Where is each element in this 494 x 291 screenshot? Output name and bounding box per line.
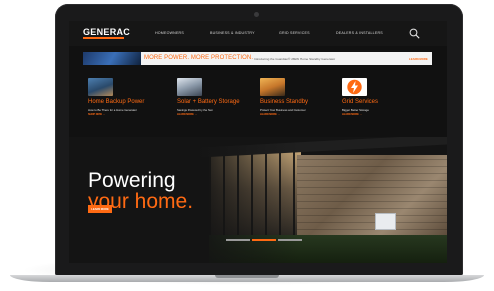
hero-learn-more-button[interactable]: LEARN MORE: [88, 205, 112, 213]
generac-logo[interactable]: GENERAC: [83, 27, 130, 37]
promo-banner[interactable]: MORE POWER. MORE PROTECTION. Introducing…: [83, 52, 432, 65]
hero-generator-unit: [375, 213, 396, 230]
home-backup-image: [88, 78, 113, 96]
tile-link[interactable]: LEARN MORE →: [342, 113, 362, 116]
lightning-bolt-icon: [347, 79, 362, 95]
tile-desc: Bigger Better Storage: [342, 108, 369, 112]
top-nav: GENERAC HOMEOWNERS BUSINESS & INDUSTRY G…: [69, 21, 447, 46]
webcam-icon: [254, 12, 259, 17]
nav-item-dealers-installers[interactable]: DEALERS & INSTALLERS: [336, 31, 383, 35]
nav-item-grid-services[interactable]: GRID SERVICES: [279, 31, 310, 35]
tile-home-backup-power[interactable]: Home Backup Power How to Be There for a …: [88, 78, 168, 138]
hero-banner: Powering your home.: [69, 137, 447, 263]
hero-stone-wall: [297, 155, 447, 237]
promo-headline: MORE POWER. MORE PROTECTION.: [144, 55, 254, 61]
nav-item-homeowners[interactable]: HOMEOWNERS: [155, 31, 184, 35]
tile-desc: How to Be There for a Home Generator: [88, 108, 137, 112]
tile-business-standby[interactable]: Business Standby Protect Your Business a…: [260, 78, 340, 138]
promo-learn-more-link[interactable]: LEARN MORE: [409, 57, 428, 61]
tile-link[interactable]: LEARN MORE →: [260, 113, 280, 116]
logo-underline: [83, 37, 124, 39]
tile-title: Home Backup Power: [88, 99, 145, 105]
business-image: [260, 78, 285, 96]
carousel-dot-1[interactable]: [226, 239, 250, 241]
tile-solar-battery[interactable]: Solar + Battery Storage Savings Powered …: [177, 78, 257, 138]
laptop-base-notch: [215, 275, 279, 278]
tile-desc: Savings Powered by the Sun: [177, 108, 213, 112]
tile-desc: Protect Your Business and Customer: [260, 108, 306, 112]
tile-title: Business Standby: [260, 99, 309, 105]
solar-image: [177, 78, 202, 96]
promo-storm-image: [83, 52, 141, 65]
promo-subtext: Introducing the Guardian® 28kW Home Stan…: [254, 56, 336, 61]
tile-link[interactable]: LEARN MORE →: [177, 113, 197, 116]
carousel-dot-3[interactable]: [278, 239, 302, 241]
hero-button-label: LEARN MORE: [91, 207, 109, 211]
nav-item-business-industry[interactable]: BUSINESS & INDUSTRY: [210, 31, 255, 35]
tile-title: Solar + Battery Storage: [177, 99, 240, 105]
tile-link[interactable]: SHOP NOW →: [88, 113, 105, 116]
tile-title: Grid Services: [342, 99, 379, 105]
search-icon[interactable]: [409, 28, 420, 39]
tile-grid-services[interactable]: Grid Services Bigger Better Storage LEAR…: [342, 78, 422, 138]
grid-services-image: [342, 78, 367, 96]
laptop-screen: GENERAC HOMEOWNERS BUSINESS & INDUSTRY G…: [69, 21, 447, 263]
carousel-dot-2[interactable]: [252, 239, 276, 241]
